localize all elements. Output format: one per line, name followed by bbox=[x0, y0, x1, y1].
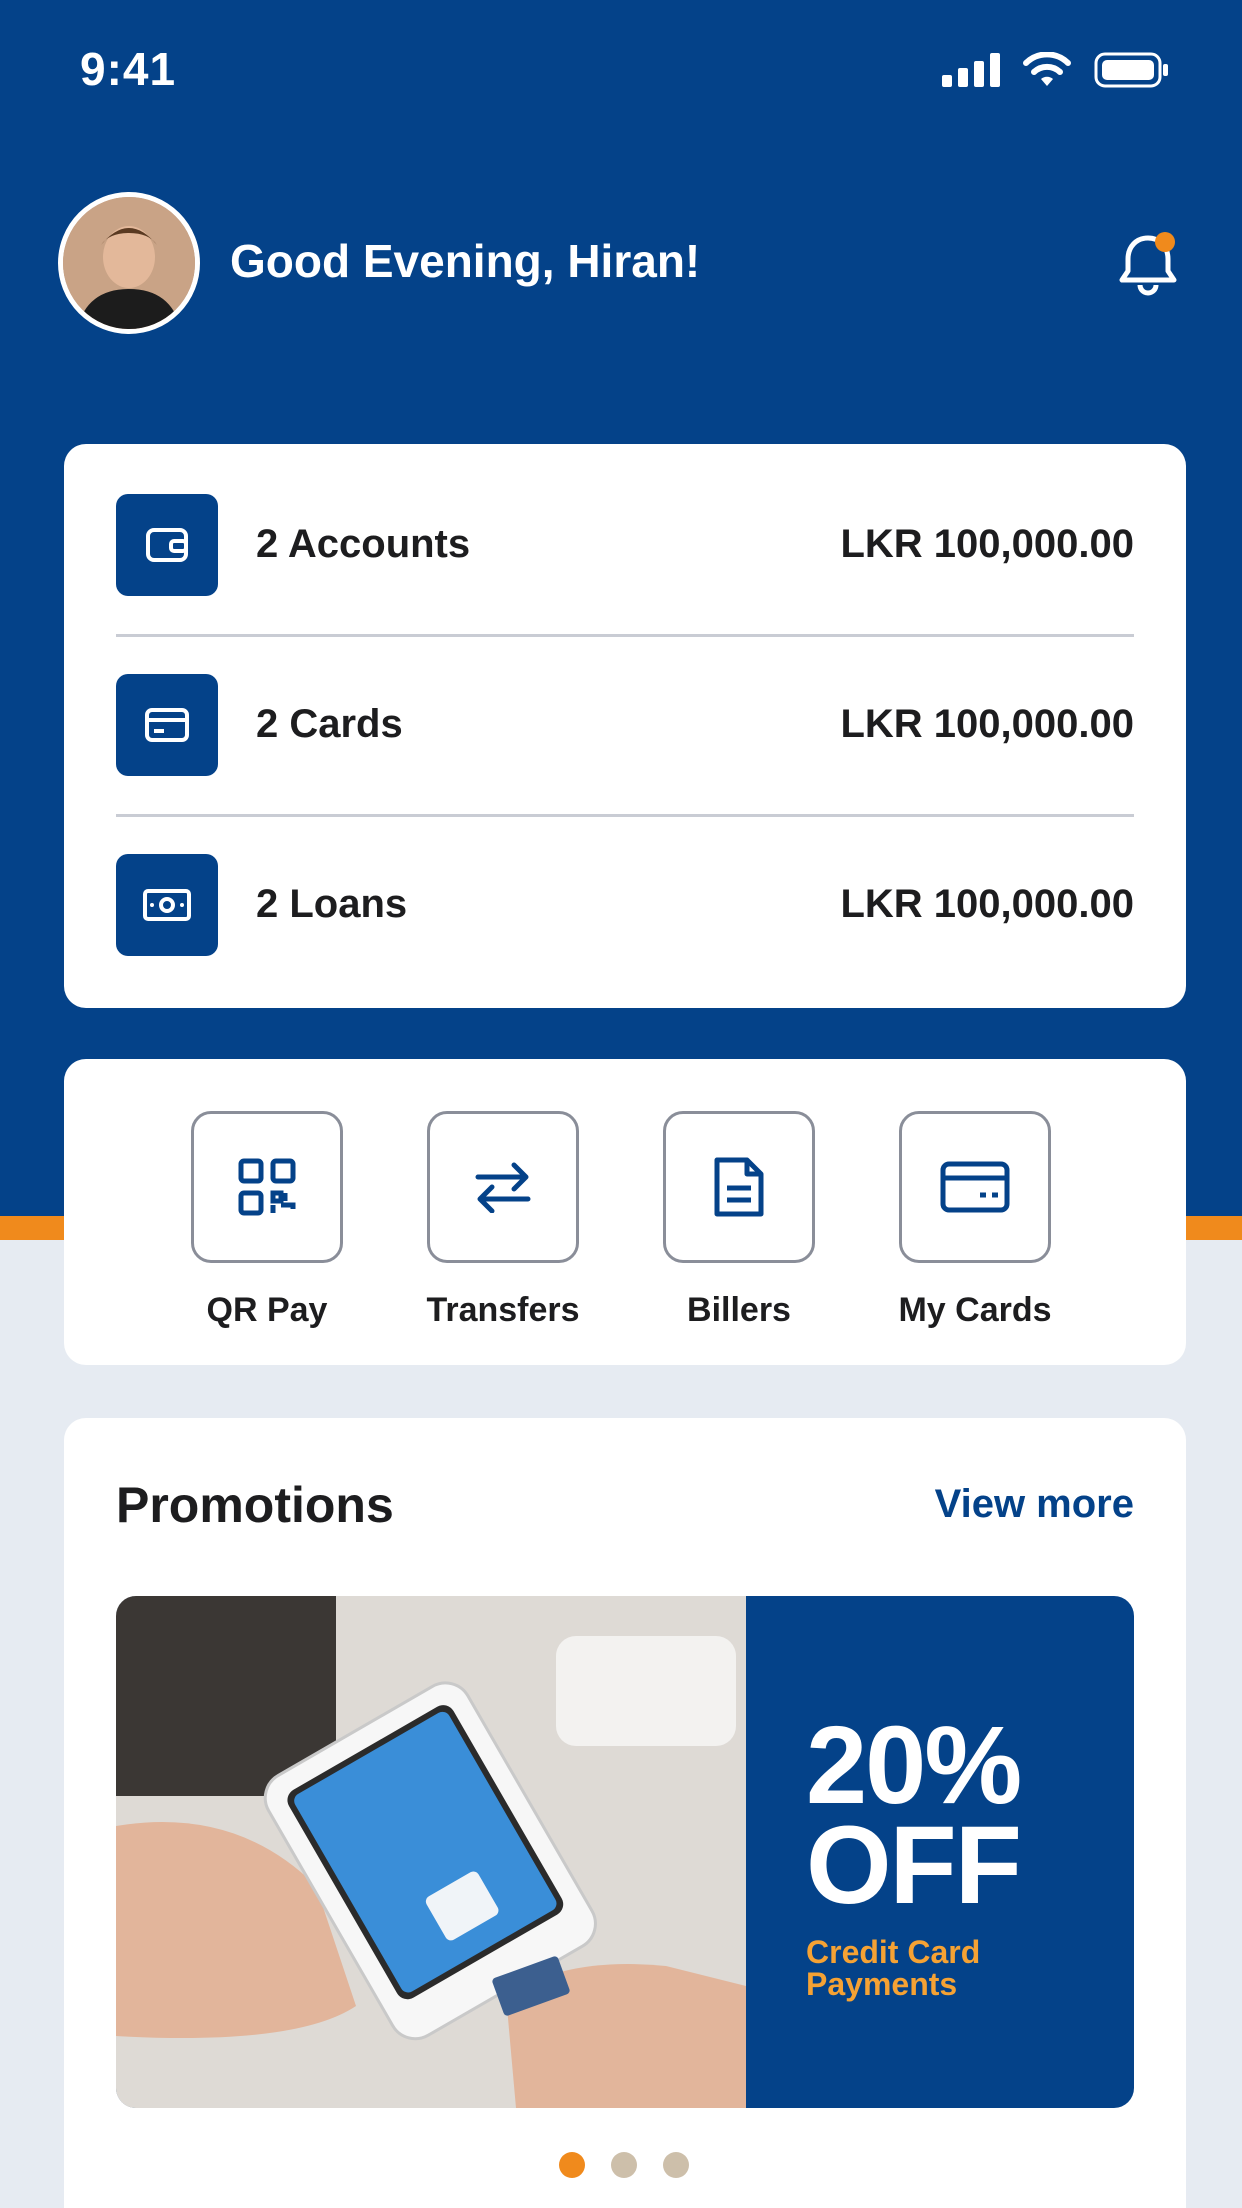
qr-pay-button[interactable]: QR Pay bbox=[160, 1111, 380, 1331]
qr-code-icon bbox=[238, 1158, 296, 1216]
quick-action-label: QR Pay bbox=[206, 1291, 328, 1329]
carousel-dot[interactable] bbox=[663, 2152, 689, 2178]
summary-amount: LKR 100,000.00 bbox=[840, 882, 1134, 926]
wifi-icon bbox=[1023, 52, 1071, 86]
summary-amount: LKR 100,000.00 bbox=[840, 522, 1134, 566]
billers-tile[interactable] bbox=[663, 1111, 815, 1263]
promotions-card: Promotions View more 20% OFF Credit Card… bbox=[64, 1418, 1186, 2208]
view-more-link[interactable]: View more bbox=[935, 1482, 1134, 1527]
avatar-portrait-icon bbox=[63, 197, 195, 329]
cash-icon bbox=[116, 854, 218, 956]
greeting-text: Good Evening, Hiran! bbox=[230, 235, 701, 287]
promotion-photo bbox=[116, 1596, 746, 2108]
greeting-header: Good Evening, Hiran! bbox=[58, 192, 1184, 334]
summary-row-accounts[interactable]: 2 Accounts LKR 100,000.00 bbox=[116, 444, 1134, 624]
promotion-headline: 20% bbox=[806, 1704, 1022, 1827]
wallet-icon bbox=[116, 494, 218, 596]
billers-button[interactable]: Billers bbox=[632, 1111, 852, 1331]
cellular-signal-icon bbox=[942, 53, 1000, 87]
status-time: 9:41 bbox=[80, 43, 177, 95]
promotion-text: 20% OFF Credit Card Payments bbox=[806, 1704, 1022, 2002]
carousel-dot-active[interactable] bbox=[559, 2152, 585, 2178]
document-icon bbox=[714, 1157, 764, 1217]
bell-icon bbox=[1119, 232, 1177, 296]
qr-pay-tile[interactable] bbox=[191, 1111, 343, 1263]
promotions-title: Promotions bbox=[116, 1477, 394, 1533]
my-cards-tile[interactable] bbox=[899, 1111, 1051, 1263]
summary-label: 2 Accounts bbox=[256, 522, 471, 566]
summary-amount: LKR 100,000.00 bbox=[840, 702, 1134, 746]
notification-button[interactable] bbox=[1112, 228, 1184, 300]
status-bar: 9:41 bbox=[0, 0, 1242, 135]
carousel-indicator bbox=[559, 2152, 689, 2178]
promotion-subtitle-1: Credit Card bbox=[806, 1934, 981, 1970]
avatar[interactable] bbox=[58, 192, 200, 334]
credit-card-icon bbox=[940, 1161, 1010, 1213]
summary-label: 2 Loans bbox=[256, 882, 408, 926]
card-icon bbox=[116, 674, 218, 776]
summary-row-loans[interactable]: 2 Loans LKR 100,000.00 bbox=[116, 804, 1134, 984]
promotion-banner[interactable]: 20% OFF Credit Card Payments bbox=[116, 1596, 1134, 2108]
card-terminal-illustration-icon bbox=[116, 1596, 746, 2108]
my-cards-button[interactable]: My Cards bbox=[868, 1111, 1088, 1331]
account-summary-card: 2 Accounts LKR 100,000.00 2 Cards LKR 10… bbox=[64, 444, 1186, 1008]
transfers-tile[interactable] bbox=[427, 1111, 579, 1263]
quick-actions-card: QR Pay Transfers Billers My Cards bbox=[64, 1059, 1186, 1365]
promotion-headline-off: OFF bbox=[806, 1804, 1022, 1927]
transfer-arrows-icon bbox=[475, 1162, 531, 1213]
status-icons bbox=[942, 52, 1170, 88]
quick-action-label: Transfers bbox=[426, 1291, 580, 1329]
battery-icon bbox=[1094, 52, 1168, 88]
summary-label: 2 Cards bbox=[256, 702, 403, 746]
carousel-dot[interactable] bbox=[611, 2152, 637, 2178]
quick-action-label: Billers bbox=[687, 1291, 791, 1329]
transfers-button[interactable]: Transfers bbox=[396, 1111, 616, 1331]
quick-action-label: My Cards bbox=[898, 1291, 1052, 1329]
summary-row-cards[interactable]: 2 Cards LKR 100,000.00 bbox=[116, 624, 1134, 804]
promotion-subtitle-2: Payments bbox=[806, 1966, 958, 2002]
